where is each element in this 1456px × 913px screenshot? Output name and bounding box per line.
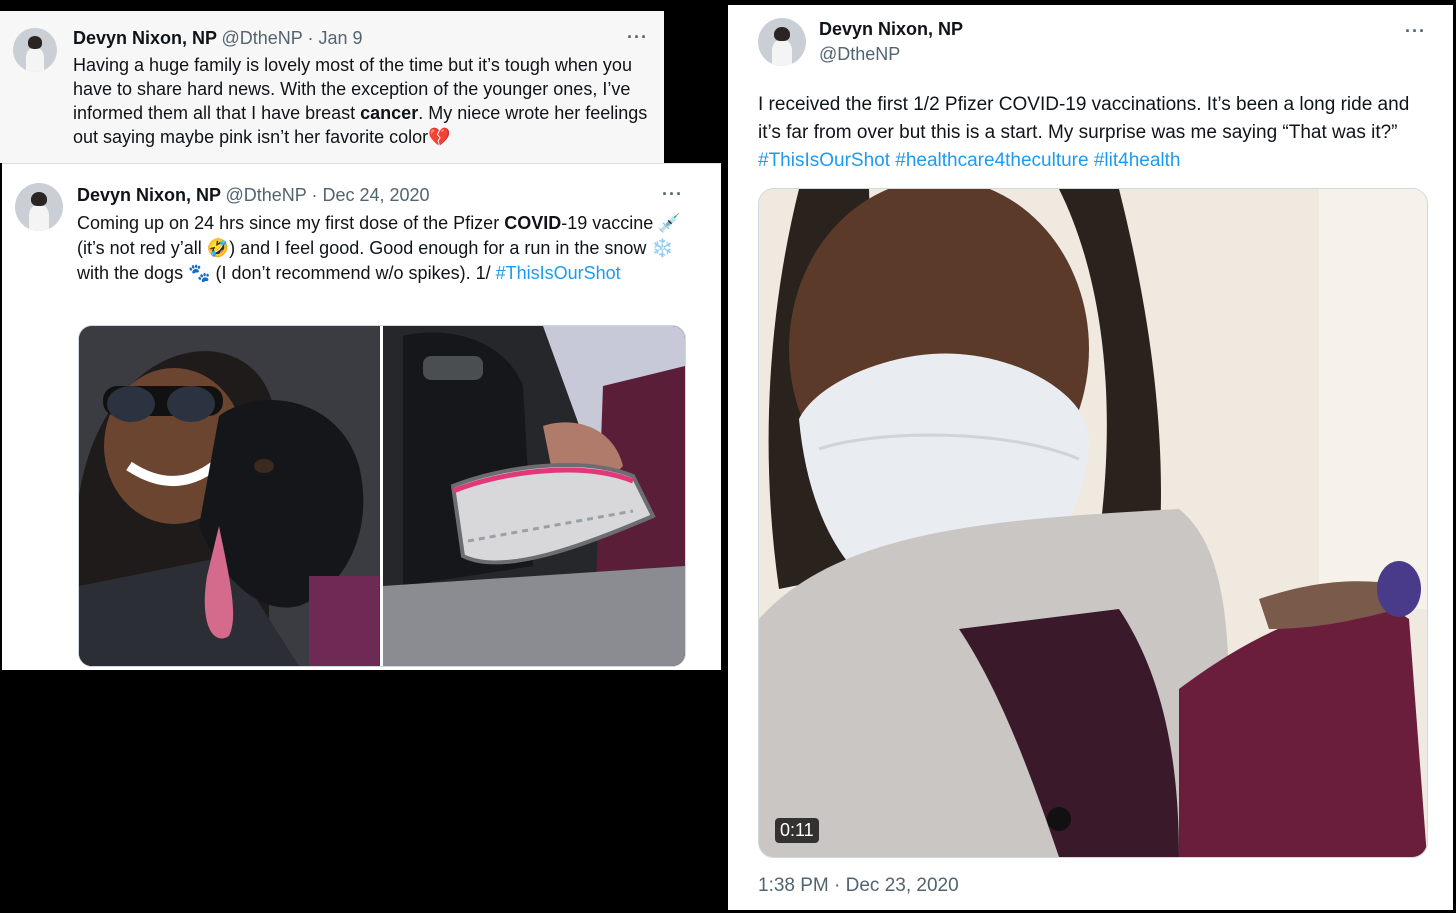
tweet-text: Having a huge family is lovely most of t… [73,53,653,149]
tweet-text-bold: COVID [504,213,562,233]
more-options-icon[interactable]: ··· [1405,21,1426,42]
dog-selfie-illustration [79,326,380,666]
author-name[interactable]: Devyn Nixon, NP [73,28,217,48]
hashtag-links[interactable]: #ThisIsOurShot #healthcare4theculture #l… [758,150,1180,171]
broken-heart-emoji: 💔 [428,127,451,147]
hashtag-link[interactable]: #ThisIsOurShot [496,263,621,283]
tweet-header: Devyn Nixon, NP @DtheNP · Dec 24, 2020 [77,185,430,206]
photo-selfie-with-dog[interactable] [79,326,380,666]
handle-and-date[interactable]: @DtheNP · Jan 9 [222,28,363,48]
tweet-timestamp[interactable]: 1:38 PM · Dec 23, 2020 [758,875,959,897]
author-name[interactable]: Devyn Nixon, NP [819,19,963,39]
author-name[interactable]: Devyn Nixon, NP [77,185,221,205]
tweet-card-first-dose[interactable]: Devyn Nixon, NP @DtheNP · Dec 24, 2020 ·… [2,163,721,670]
tweet-text: I received the first 1/2 Pfizer COVID-19… [758,91,1426,175]
tweet-header: Devyn Nixon, NP @DtheNP [819,19,963,65]
avatar[interactable] [758,18,806,66]
tweet-text-bold: cancer [360,103,419,123]
more-options-icon[interactable]: ··· [662,184,683,205]
avatar[interactable] [13,28,57,72]
shoe-spikes-illustration [383,326,685,666]
handle-and-date[interactable]: @DtheNP · Dec 24, 2020 [226,185,430,205]
tweet-text: Coming up on 24 hrs since my first dose … [77,211,697,286]
vaccination-video-frame [759,189,1427,857]
media-grid [78,325,686,667]
tweet-header: Devyn Nixon, NP @DtheNP · Jan 9 [73,28,363,49]
author-handle[interactable]: @DtheNP [819,44,963,65]
video-player[interactable]: 0:11 [758,188,1428,858]
more-options-icon[interactable]: ··· [627,27,648,48]
avatar[interactable] [15,183,63,231]
photo-spiked-shoe[interactable] [383,326,685,666]
tweet-text-part: I received the first 1/2 Pfizer COVID-19… [758,94,1410,143]
video-duration-badge: 0:11 [775,818,819,843]
tweet-card-vaccination[interactable]: Devyn Nixon, NP @DtheNP ··· I received t… [728,5,1453,910]
tweet-text-part: Coming up on 24 hrs since my first dose … [77,213,505,233]
tweet-card-cancer[interactable]: Devyn Nixon, NP @DtheNP · Jan 9 ··· Havi… [0,11,664,163]
